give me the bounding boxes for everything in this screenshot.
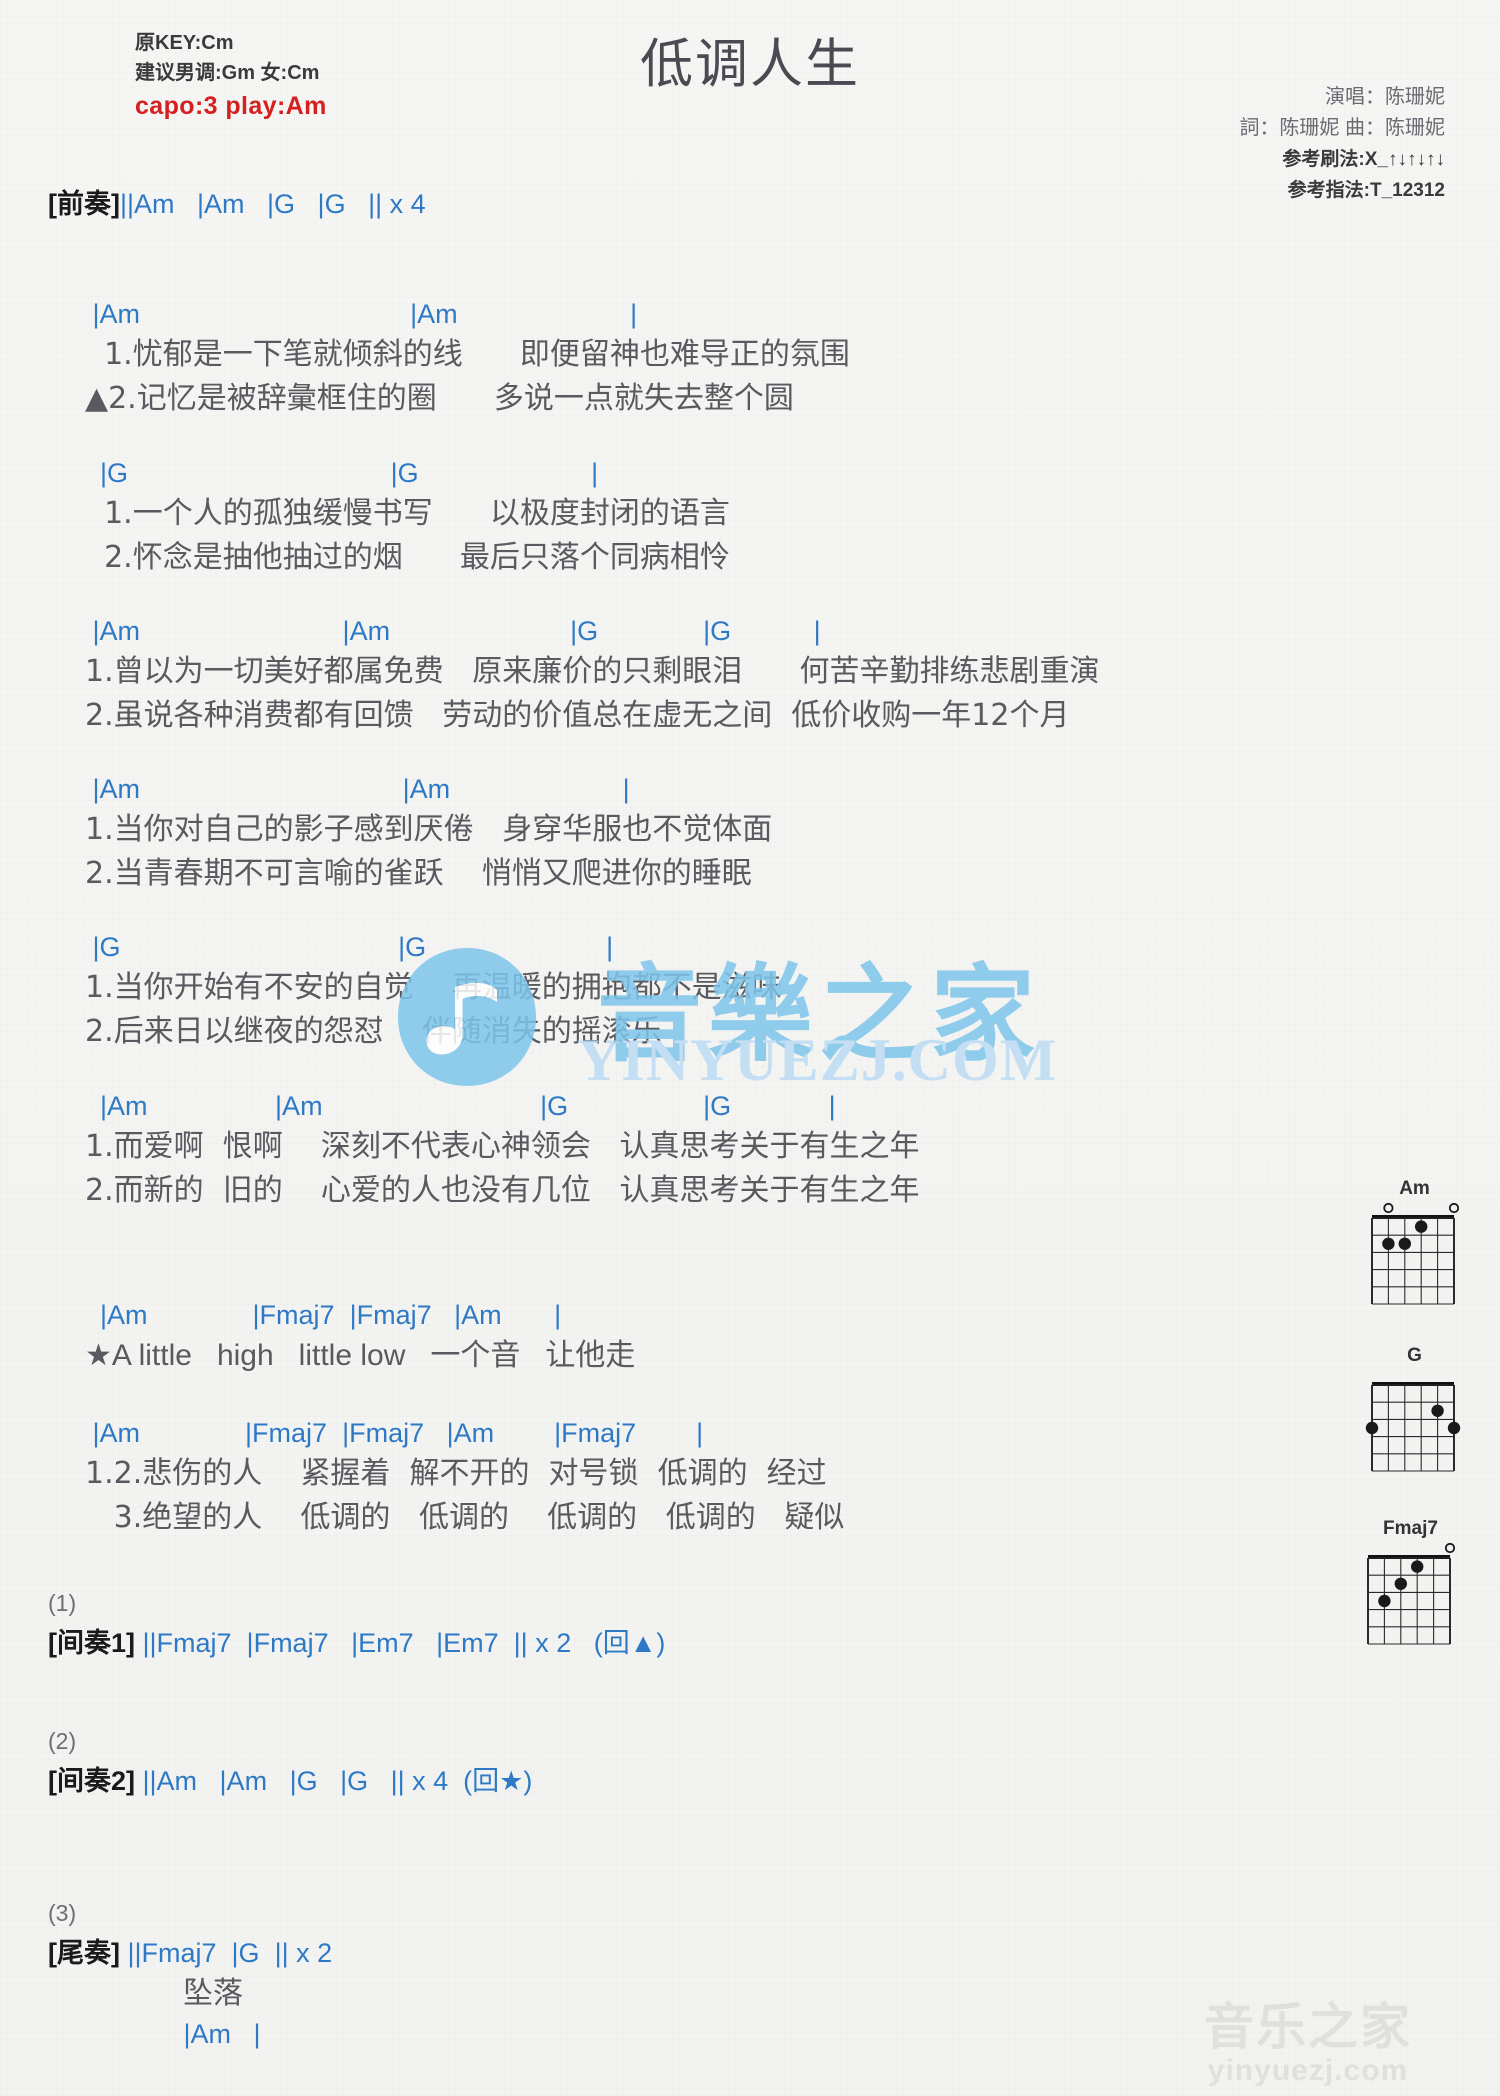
lyric-line: 2.当青春期不可言喻的雀跃 悄悄又爬进你的睡眠 [85, 856, 752, 891]
lyric-line: 1.一个人的孤独缓慢书写 以极度封闭的语言 [85, 496, 730, 531]
ending-number-3: (3) [48, 1900, 77, 1926]
lyric-line: 1.2.悲伤的人 紧握着 解不开的 对号锁 低调的 经过 [85, 1456, 827, 1491]
bottom-watermark-cjk: 音乐之家 [1204, 1998, 1412, 2056]
lyric-line: 2.而新的 旧的 心爱的人也没有几位 认真思考关于有生之年 [85, 1173, 920, 1208]
outro-chords: ||Fmaj7 |G || x 2 [127, 1938, 333, 1968]
verse-block-2: |G |G | 1.一个人的孤独缓慢书写 以极度封闭的语言 2.怀念是抽他抽过的… [85, 455, 730, 580]
lyric-line: 1.当你开始有不安的自觉 再温暖的拥抱都不是滋味 [85, 970, 782, 1005]
interlude-1-chords: ||Fmaj7 |Fmaj7 |Em7 |Em7 || x 2 (回▲) [142, 1628, 666, 1658]
interlude-row: [间奏2] ||Am |Am |G |G || x 4 (回★) [48, 1763, 532, 1800]
verse-block-5: |G |G | 1.当你开始有不安的自觉 再温暖的拥抱都不是滋味 2.后来日以继… [85, 929, 782, 1054]
interlude-2: [间奏2] ||Am |Am |G |G || x 4 (回★) [48, 1763, 532, 1800]
chord-diagram-name: Fmaj7 [1383, 1518, 1438, 1539]
credits-block: 演唱：陈珊妮 詞：陈珊妮 曲：陈珊妮 参考刷法:X_↑↓↑↓↑↓ 参考指法:T_… [1239, 82, 1445, 206]
interlude-2-label: [间奏2] [48, 1766, 135, 1796]
chord-diagram-g: G [1362, 1345, 1467, 1492]
interlude-1: [间奏1] ||Fmaj7 |Fmaj7 |Em7 |Em7 || x 2 (回… [48, 1625, 665, 1662]
lyric-line: ★A little high little low 一个音 让他走 [85, 1339, 636, 1372]
ending-number-1: (1) [48, 1590, 77, 1616]
chord-diagram-name: Am [1399, 1178, 1430, 1199]
lyric-line: 1.忧郁是一下笔就倾斜的线 即便留神也难导正的氛围 [85, 337, 850, 372]
chord-line: |Am |Fmaj7 |Fmaj7 |Am | [85, 1300, 562, 1330]
fretboard-grid [1362, 1369, 1467, 1492]
interlude-2-chords: ||Am |Am |G |G || x 4 (回★) [142, 1766, 533, 1796]
section-intro: [前奏]||Am |Am |G |G || x 4 [48, 186, 426, 223]
lyric-line: 1.而爱啊 恨啊 深刻不代表心神领会 认真思考关于有生之年 [85, 1129, 920, 1164]
outro: [尾奏] ||Fmaj7 |G || x 2 坠落 |Am | [48, 1935, 332, 2053]
chord-line: |G |G | [85, 458, 599, 488]
intro-row: [前奏]||Am |Am |G |G || x 4 [48, 186, 426, 223]
lyric-line: ▲2.记忆是被辞彙框住的圈 多说一点就失去整个圆 [85, 381, 794, 416]
bottom-watermark: 音乐之家 yinyuezj.com [1158, 2000, 1458, 2088]
verse-block-6: |Am |Am |G |G | 1.而爱啊 恨啊 深刻不代表心神领会 认真思考关… [85, 1088, 919, 1213]
intro-label: [前奏] [48, 189, 120, 219]
chord-diagram-fmaj7: Fmaj7 [1358, 1518, 1463, 1665]
lyric-line: 1.曾以为一切美好都属免费 原来廉价的只剩眼泪 何苦辛勤排练悲剧重演 [85, 654, 1100, 689]
ending-number-2: (2) [48, 1728, 77, 1754]
verse-block-3: |Am |Am |G |G | 1.曾以为一切美好都属免费 原来廉价的只剩眼泪 … [85, 613, 1099, 738]
chord-line: |Am |Fmaj7 |Fmaj7 |Am |Fmaj7 | [85, 1418, 704, 1448]
outro-lyric: 坠落 [183, 1976, 243, 2011]
verse-block-1: |Am |Am | 1.忧郁是一下笔就倾斜的线 即便留神也难导正的氛围 ▲2.记… [85, 296, 850, 421]
fretboard-grid [1362, 1202, 1467, 1325]
chord-diagram-name: G [1407, 1345, 1422, 1366]
chord-line: |Am |Am |G |G | [85, 1091, 836, 1121]
chord-line: |G |G | [85, 932, 614, 962]
lyric-line: 2.虽说各种消费都有回馈 劳动的价值总在虚无之间 低价收购一年12个月 [85, 698, 1070, 733]
singer-line: 演唱：陈珊妮 [1325, 86, 1445, 108]
bottom-watermark-url: yinyuezj.com [1207, 2054, 1409, 2087]
interlude-1-label: [间奏1] [48, 1628, 135, 1658]
chord-line: |Am |Am | [85, 774, 630, 804]
chorus-block-2: |Am |Fmaj7 |Fmaj7 |Am |Fmaj7 | 1.2.悲伤的人 … [85, 1415, 844, 1540]
credits-line: 詞：陈珊妮 曲：陈珊妮 [1239, 117, 1445, 139]
chord-diagram-am: Am [1362, 1178, 1467, 1325]
picking-pattern: 参考指法:T_12312 [1287, 180, 1445, 201]
strum-pattern: 参考刷法:X_↑↓↑↓↑↓ [1282, 149, 1445, 170]
lyric-line: 1.当你对自己的影子感到厌倦 身穿华服也不觉体面 [85, 812, 773, 847]
fretboard-grid [1358, 1542, 1463, 1665]
outro-label: [尾奏] [48, 1938, 120, 1968]
outro-row: [尾奏] ||Fmaj7 |G || x 2 [48, 1935, 332, 1972]
chorus-block-1: |Am |Fmaj7 |Fmaj7 |Am | ★A little high l… [85, 1297, 635, 1378]
chord-sheet: 原KEY:Cm 建议男调:Gm 女:Cm capo:3 play:Am 低调人生… [0, 0, 1500, 2096]
intro-chords: ||Am |Am |G |G || x 4 [119, 189, 426, 219]
lyric-line: 3.绝望的人 低调的 低调的 低调的 低调的 疑似 [85, 1500, 845, 1535]
interlude-row: [间奏1] ||Fmaj7 |Fmaj7 |Em7 |Em7 || x 2 (回… [48, 1625, 665, 1662]
chord-line: |Am |Am | [85, 299, 638, 329]
lyric-line: 2.怀念是抽他抽过的烟 最后只落个同病相怜 [85, 540, 730, 575]
verse-block-4: |Am |Am | 1.当你对自己的影子感到厌倦 身穿华服也不觉体面 2.当青春… [85, 771, 772, 896]
lyric-line: 2.后来日以继夜的怨怼 伴随消失的摇滚乐 [85, 1014, 662, 1049]
chord-line: |Am |Am |G |G | [85, 616, 821, 646]
outro-final-chord: |Am | [176, 2019, 261, 2049]
